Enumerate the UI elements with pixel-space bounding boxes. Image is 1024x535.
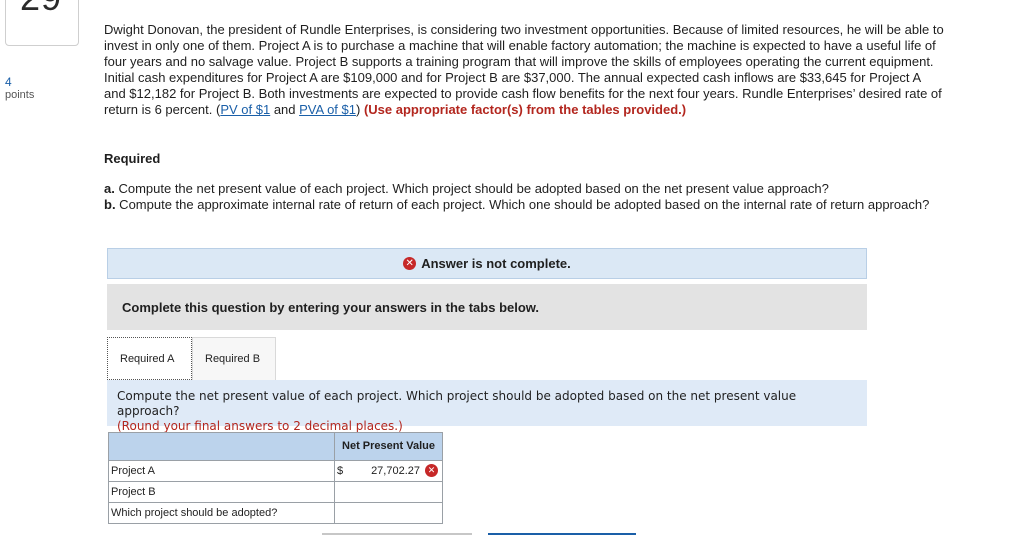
question-number-box: 29 xyxy=(5,0,79,46)
tab-instructions: Compute the net present value of each pr… xyxy=(107,380,867,433)
project-a-npv-input[interactable]: $ 27,702.27 ✕ xyxy=(334,460,443,482)
close-paren: ) xyxy=(355,102,364,117)
required-a-letter: a. xyxy=(104,181,115,196)
required-b-text: Compute the approximate internal rate of… xyxy=(115,197,930,212)
table-row-project-b: Project B xyxy=(108,481,443,503)
complete-instructions-box: Complete this question by entering your … xyxy=(107,284,867,330)
points-label: points xyxy=(5,89,35,101)
answer-status-text: Answer is not complete. xyxy=(421,256,571,271)
answer-status-banner: ✕ Answer is not complete. xyxy=(107,248,867,279)
question-number: 29 xyxy=(20,0,62,19)
tab-required-a[interactable]: Required A xyxy=(107,337,192,380)
pv-of-1-link[interactable]: PV of $1 xyxy=(220,102,270,117)
required-item-a: a. Compute the net present value of each… xyxy=(104,181,954,197)
tab-strip: Required A Required B xyxy=(107,337,276,380)
problem-statement: Dwight Donovan, the president of Rundle … xyxy=(104,22,944,118)
row-label: Which project should be adopted? xyxy=(108,502,335,524)
table-row-which-project: Which project should be adopted? xyxy=(108,502,443,524)
project-b-npv-input[interactable] xyxy=(334,481,443,503)
project-a-npv-value: 27,702.27 xyxy=(371,465,420,477)
required-list: a. Compute the net present value of each… xyxy=(104,181,954,213)
tab-required-b[interactable]: Required B xyxy=(192,337,276,380)
use-factors-instruction: (Use appropriate factor(s) from the tabl… xyxy=(363,102,687,117)
required-a-text: Compute the net present value of each pr… xyxy=(114,181,829,196)
and-text: and xyxy=(270,102,300,117)
currency-symbol: $ xyxy=(337,465,344,477)
required-heading: Required xyxy=(104,151,161,166)
table-row-project-a: Project A $ 27,702.27 ✕ xyxy=(108,460,443,482)
tab-instruction-text: Compute the net present value of each pr… xyxy=(117,389,797,418)
required-item-b: b. Compute the approximate internal rate… xyxy=(104,197,954,213)
pva-of-1-link[interactable]: PVA of $1 xyxy=(299,102,356,117)
complete-instructions-text: Complete this question by entering your … xyxy=(122,299,540,315)
table-header-row: Net Present Value xyxy=(108,432,443,461)
row-label: Project B xyxy=(108,481,335,503)
points-value: 4 xyxy=(5,75,12,89)
which-project-select[interactable] xyxy=(334,502,443,524)
npv-answer-table: Net Present Value Project A $ 27,702.27 … xyxy=(108,432,443,524)
incorrect-x-icon: ✕ xyxy=(425,464,438,477)
row-label: Project A xyxy=(108,460,335,482)
table-header-npv: Net Present Value xyxy=(334,432,443,461)
error-x-icon: ✕ xyxy=(403,257,417,270)
required-b-letter: b. xyxy=(104,197,116,212)
table-header-blank xyxy=(108,432,335,461)
